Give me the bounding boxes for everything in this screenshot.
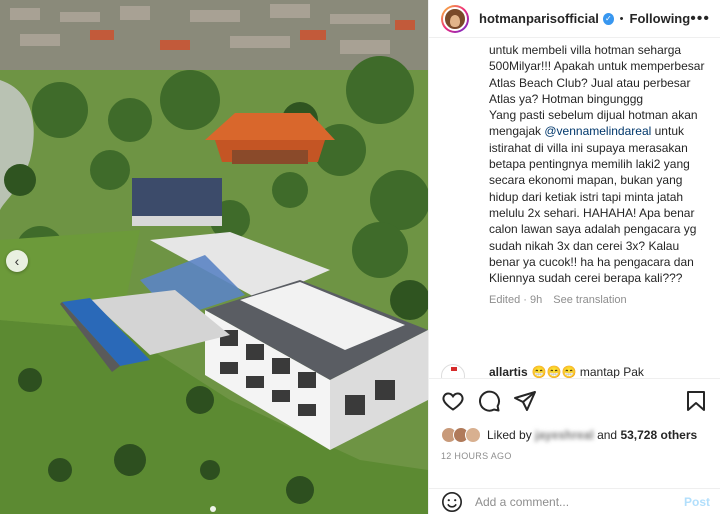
post-photo[interactable]: ‹ bbox=[0, 0, 428, 514]
commenter-username[interactable]: allartis bbox=[489, 365, 528, 378]
caption-part-3: untuk istirahat di villa ini supaya mera… bbox=[489, 124, 697, 286]
heart-icon[interactable] bbox=[441, 389, 465, 413]
carousel-indicator bbox=[210, 506, 216, 512]
share-icon[interactable] bbox=[513, 389, 537, 413]
see-translation-link[interactable]: See translation bbox=[553, 294, 626, 306]
more-options-icon[interactable]: ••• bbox=[690, 10, 710, 28]
chevron-left-icon: ‹ bbox=[14, 253, 20, 269]
comment-body: 😁😁😁 mantap Pak bbox=[531, 365, 644, 378]
comment-row: allartis 😁😁😁 mantap Pak bbox=[429, 364, 720, 378]
author-username[interactable]: hotmanparisofficial bbox=[479, 11, 599, 26]
commenter-avatar[interactable] bbox=[441, 364, 465, 378]
post-actions: Liked by jayeshreal and 53,728 others 12… bbox=[429, 378, 720, 461]
comment-icon[interactable] bbox=[477, 389, 501, 413]
edited-label: Edited · 9h bbox=[489, 294, 543, 307]
emoji-icon[interactable] bbox=[441, 491, 463, 513]
avatar-image bbox=[443, 6, 467, 31]
author-avatar[interactable] bbox=[441, 4, 469, 33]
likes-prefix: Liked by bbox=[487, 428, 536, 442]
caption-area[interactable]: untuk membeli villa hotman seharga 500Mi… bbox=[429, 38, 720, 364]
previous-image-button[interactable]: ‹ bbox=[6, 250, 28, 272]
caption-part-1: untuk membeli villa hotman seharga 500Mi… bbox=[489, 43, 705, 106]
verified-icon: ✓ bbox=[602, 12, 614, 25]
comment-text: allartis 😁😁😁 mantap Pak bbox=[489, 365, 644, 378]
liker-avatars[interactable] bbox=[441, 427, 481, 443]
aerial-villa-image bbox=[0, 0, 428, 514]
post-timestamp[interactable]: 12 HOURS AGO bbox=[441, 451, 708, 461]
liker-username[interactable]: jayeshreal bbox=[535, 428, 594, 442]
post-panel: hotmanparisofficial ✓ • Following ••• un… bbox=[428, 0, 720, 514]
action-icons-row bbox=[441, 389, 708, 413]
following-button[interactable]: Following bbox=[630, 11, 691, 26]
post-header: hotmanparisofficial ✓ • Following ••• bbox=[429, 0, 720, 38]
bookmark-icon[interactable] bbox=[684, 389, 708, 413]
likes-count[interactable]: 53,728 others bbox=[620, 428, 697, 442]
mention-link[interactable]: @vennamelindareal bbox=[544, 124, 651, 138]
likes-summary: Liked by jayeshreal and 53,728 others bbox=[487, 428, 697, 442]
comment-input[interactable] bbox=[475, 494, 684, 509]
caption-meta: Edited · 9h See translation bbox=[489, 294, 706, 306]
caption-text: untuk membeli villa hotman seharga 500Mi… bbox=[489, 42, 706, 286]
likes-and: and bbox=[593, 428, 621, 442]
add-comment-bar: Post bbox=[429, 488, 720, 514]
likes-row: Liked by jayeshreal and 53,728 others bbox=[441, 425, 708, 445]
header-separator: • bbox=[619, 12, 624, 25]
post-comment-button[interactable]: Post bbox=[684, 495, 710, 509]
